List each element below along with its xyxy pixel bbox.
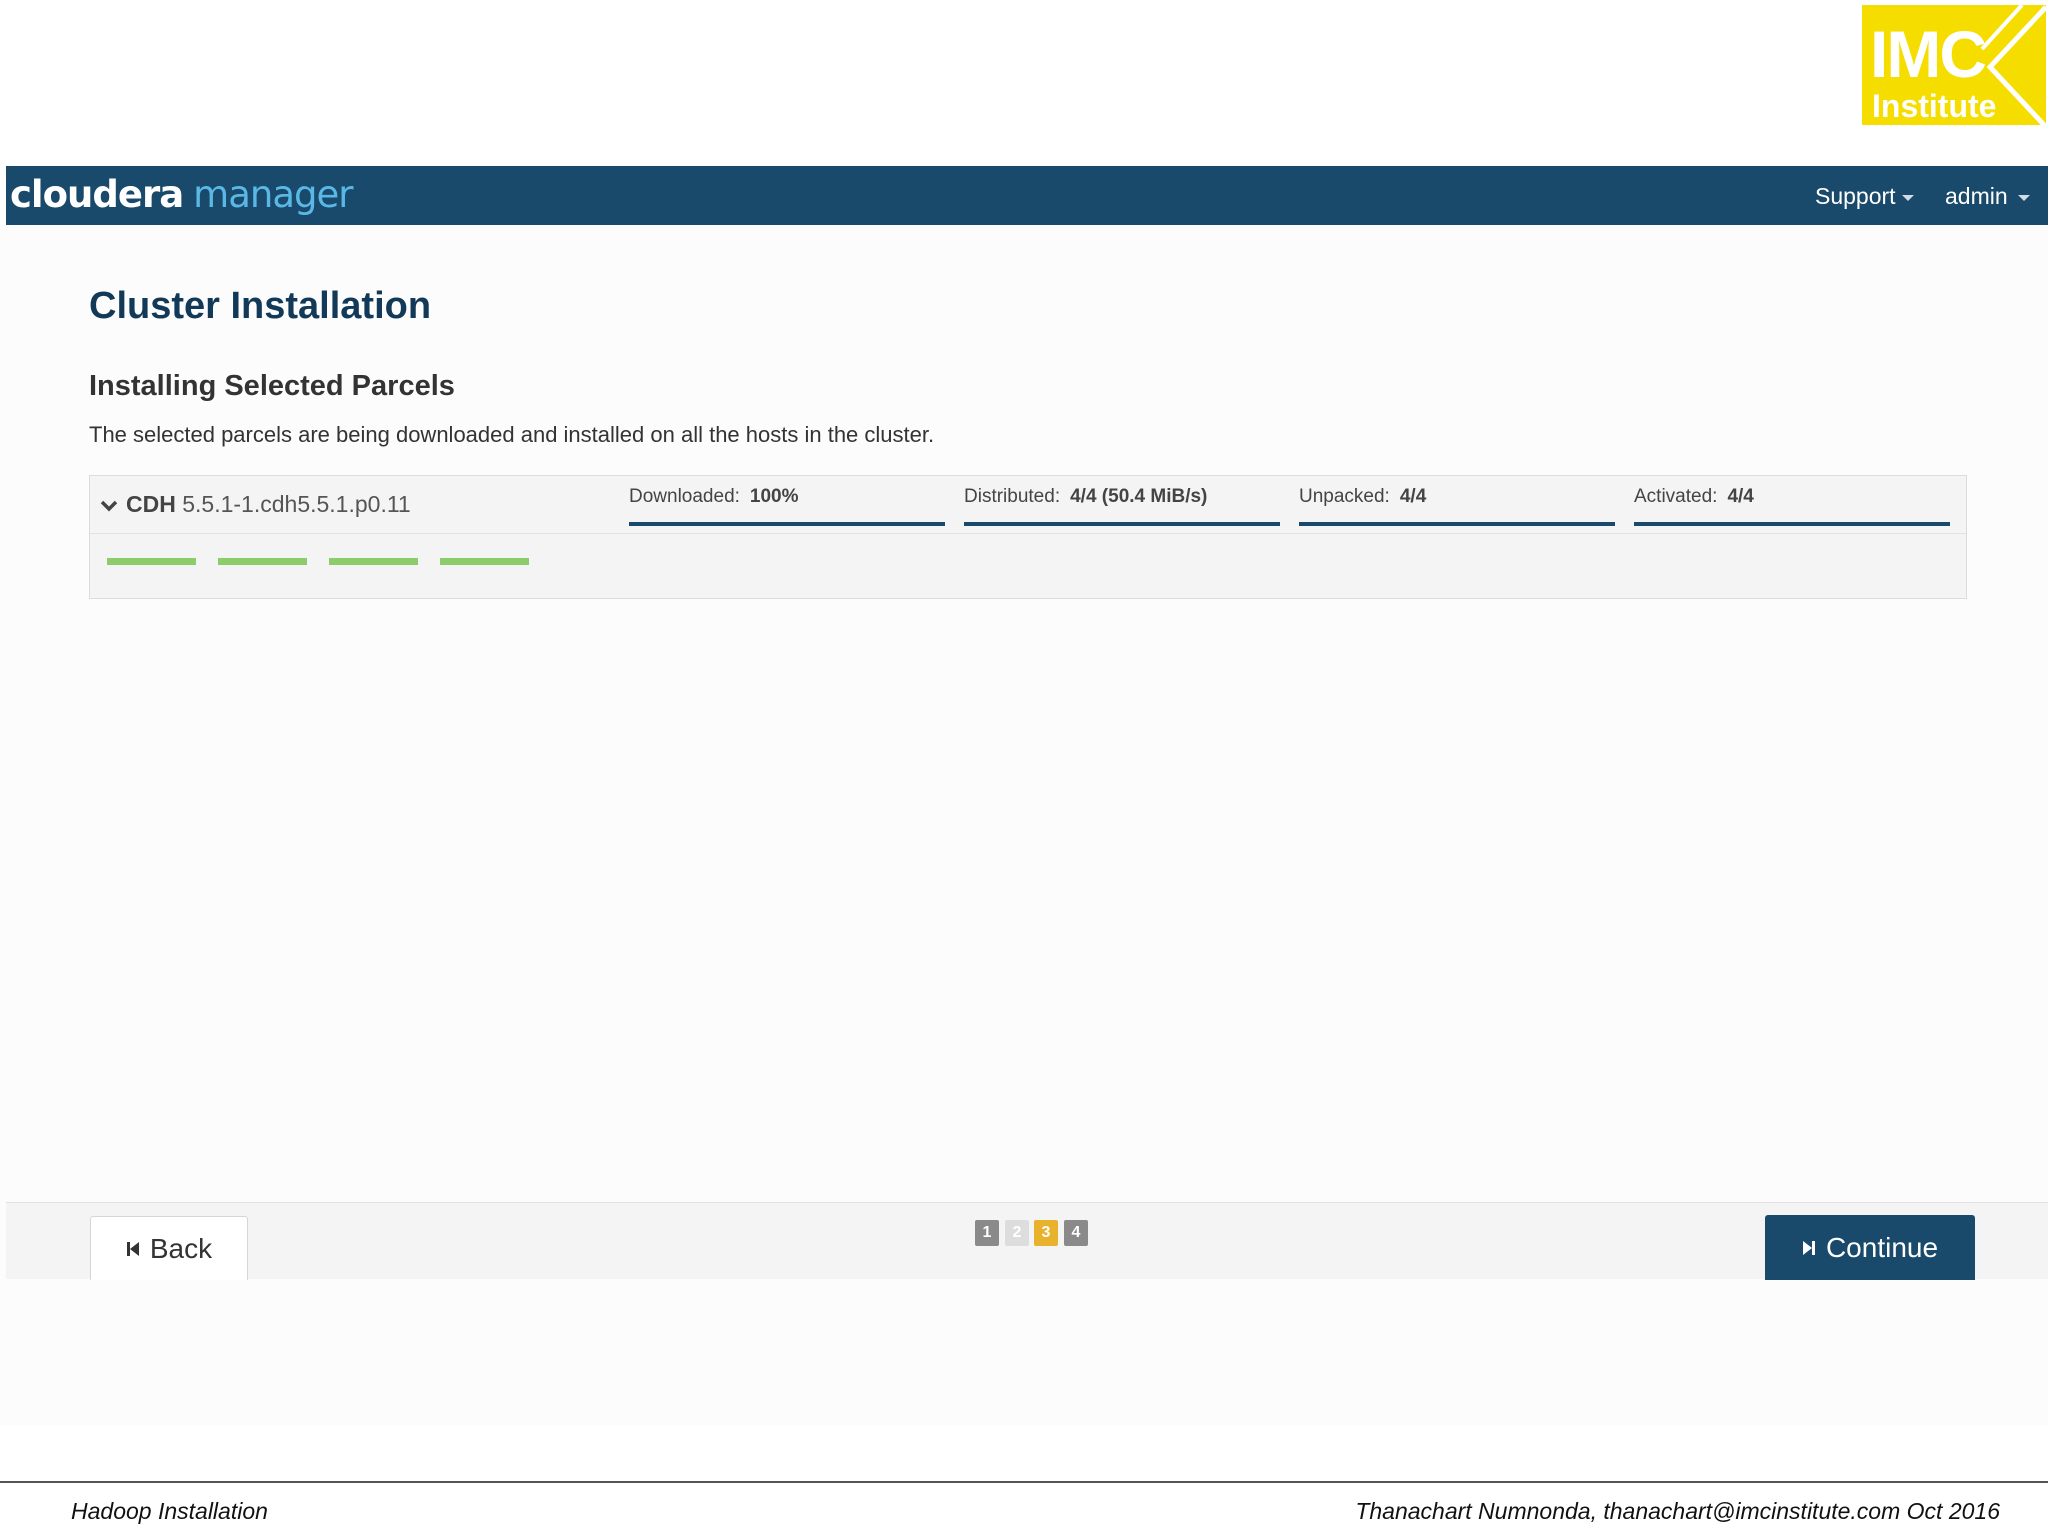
- stage-value: 4/4: [1727, 486, 1754, 507]
- progress-fill: [1634, 522, 1950, 526]
- top-navbar: cloudera manager Support admin: [6, 166, 2048, 225]
- stage-label: Distributed:: [964, 486, 1061, 507]
- wizard-step-1[interactable]: 1: [975, 1220, 999, 1246]
- progress-fill: [1299, 522, 1615, 526]
- logo-text-institute: Institute: [1872, 88, 1997, 124]
- chevron-down-icon: [100, 500, 118, 512]
- stage-downloaded: Downloaded: 100%: [629, 484, 945, 526]
- parcel-version: 5.5.1-1.cdh5.5.1.p0.11: [182, 491, 411, 517]
- continue-button[interactable]: Continue: [1765, 1215, 1975, 1280]
- stage-value: 100%: [749, 486, 799, 507]
- host-progress-bar: [329, 558, 418, 565]
- stage-label: Downloaded:: [629, 486, 740, 507]
- wizard-step-2[interactable]: 2: [1005, 1220, 1029, 1246]
- parcel-name: CDH: [126, 491, 176, 517]
- parcel-panel: CDH 5.5.1-1.cdh5.5.1.p0.11 Downloaded: 10…: [89, 475, 1967, 599]
- wizard-step-3[interactable]: 3: [1034, 1220, 1058, 1246]
- page-title: Cluster Installation: [89, 285, 432, 327]
- logo-text-imc: IMC: [1870, 17, 1987, 91]
- slide-footer-title: Hadoop Installation: [71, 1498, 268, 1524]
- support-menu[interactable]: Support: [1815, 180, 1914, 212]
- skip-back-icon: [126, 1241, 139, 1256]
- skip-forward-icon: [1802, 1240, 1815, 1255]
- stage-unpacked: Unpacked: 4/4: [1299, 484, 1615, 526]
- admin-menu[interactable]: admin: [1945, 180, 2030, 212]
- wizard-step-4[interactable]: 4: [1064, 1220, 1088, 1246]
- chevron-down-icon: [2017, 194, 2030, 201]
- parcel-header: CDH 5.5.1-1.cdh5.5.1.p0.11 Downloaded: 10…: [90, 476, 1966, 534]
- back-button[interactable]: Back: [90, 1216, 248, 1280]
- slide-footer-credit: Thanachart Numnonda, thanachart@imcinsti…: [1355, 1498, 2000, 1524]
- host-progress-bar: [218, 558, 307, 565]
- progress-bar: [964, 522, 1280, 526]
- host-progress-bar: [107, 558, 196, 565]
- stage-activated: Activated: 4/4: [1634, 484, 1950, 526]
- wizard-action-bar: Back 1 2 3 4 Continue: [6, 1202, 2048, 1280]
- host-progress-bar: [440, 558, 529, 565]
- brand-manager: manager: [193, 173, 353, 216]
- cloudera-manager-logo[interactable]: cloudera manager: [10, 170, 353, 220]
- progress-bar: [1634, 522, 1950, 526]
- stage-distributed: Distributed: 4/4 (50.4 MiB/s): [964, 484, 1280, 526]
- imc-institute-logo: IMC Institute: [1862, 5, 2046, 125]
- progress-fill: [964, 522, 1280, 526]
- page: IMC Institute cloudera manager Support ad…: [0, 0, 2048, 1536]
- section-description: The selected parcels are being downloade…: [89, 422, 935, 447]
- back-button-label: Back: [149, 1232, 213, 1264]
- admin-menu-label: admin: [1945, 183, 2008, 209]
- chevron-down-icon: [1901, 194, 1914, 201]
- stage-value: 4/4: [1399, 486, 1427, 507]
- section-title: Installing Selected Parcels: [89, 370, 455, 402]
- footer-divider: [0, 1481, 2048, 1483]
- continue-button-label: Continue: [1825, 1231, 1939, 1263]
- stage-value: 4/4 (50.4 MiB/s): [1070, 486, 1208, 507]
- parcel-toggle[interactable]: CDH 5.5.1-1.cdh5.5.1.p0.11: [100, 489, 411, 519]
- progress-fill: [629, 522, 945, 526]
- progress-bar: [1299, 522, 1615, 526]
- stage-label: Activated:: [1634, 486, 1718, 507]
- stage-label: Unpacked:: [1299, 486, 1390, 507]
- brand-cloudera: cloudera: [10, 173, 184, 216]
- support-menu-label: Support: [1815, 183, 1896, 209]
- progress-bar: [629, 522, 945, 526]
